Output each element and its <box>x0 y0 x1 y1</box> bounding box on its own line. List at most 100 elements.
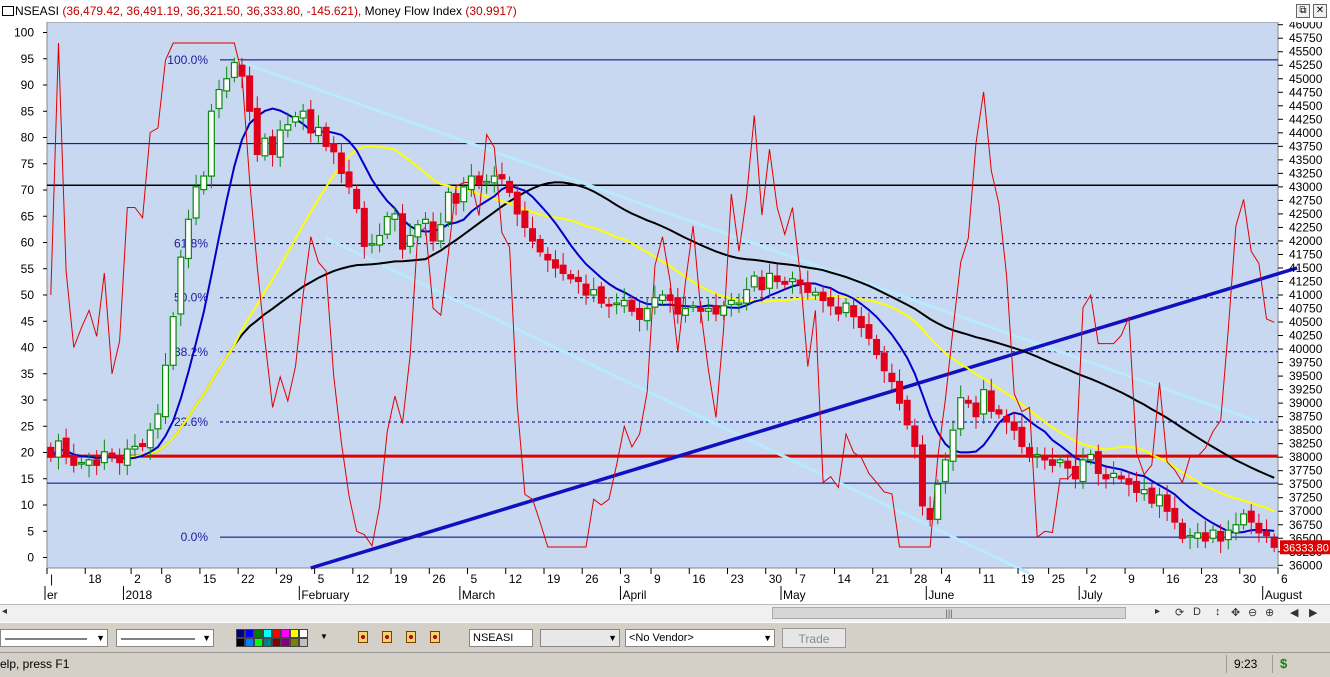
candle-down <box>1010 421 1018 431</box>
price-axis-label: 40250 <box>1289 329 1323 343</box>
candle-up <box>131 445 139 450</box>
date-axis-label: 8 <box>165 572 172 586</box>
scroll-right-arrow-icon[interactable]: ▸ <box>1155 606 1160 617</box>
chevron-down-icon[interactable]: ▼ <box>763 630 772 646</box>
mfi-axis-label: 0 <box>27 551 34 565</box>
trade-button[interactable]: Trade <box>782 628 846 648</box>
zoom-out-icon[interactable]: ⊖ <box>1248 606 1257 619</box>
candle-down <box>498 174 506 180</box>
color-swatch[interactable] <box>263 638 272 647</box>
date-axis-label: 23 <box>1205 572 1219 586</box>
price-axis-label: 37250 <box>1289 491 1323 505</box>
candle-up <box>100 451 108 464</box>
candle-down <box>536 238 544 253</box>
candle-up <box>123 448 131 466</box>
candle-up <box>743 288 751 304</box>
vertical-resize-icon[interactable]: ↕ <box>1215 606 1221 618</box>
candle-up <box>590 288 598 296</box>
price-chart[interactable]: 100.0%61.8%50.0%38.2%23.6%0.0%1009590858… <box>0 22 1330 604</box>
horizontal-scrollbar[interactable]: ◂ ||| ▸ ⟳ D ↕ ✥ ⊖ ⊕ ◀ ▶ <box>0 604 1330 622</box>
candle-down <box>628 299 636 312</box>
candle-up <box>750 275 758 288</box>
candle-up <box>383 216 391 235</box>
candle-up <box>1110 472 1118 479</box>
chart-title: NSEASI (36,479.42, 36,491.19, 36,321.50,… <box>15 4 517 18</box>
color-swatch[interactable] <box>299 638 308 647</box>
candle-down <box>1018 426 1026 447</box>
data-mode-icon[interactable]: D <box>1193 606 1201 618</box>
color-swatch[interactable] <box>290 629 299 638</box>
drawing-tool-icon[interactable] <box>406 631 416 643</box>
color-swatch[interactable] <box>236 629 245 638</box>
candle-up <box>421 218 429 224</box>
price-axis-label: 42250 <box>1289 220 1323 234</box>
restore-window-button[interactable]: ⧉ <box>1296 4 1310 18</box>
price-axis-label: 41500 <box>1289 261 1323 275</box>
date-axis-label: 29 <box>279 572 293 586</box>
page-left-icon[interactable]: ◀ <box>1290 606 1298 619</box>
drawing-tool-icon[interactable] <box>358 631 368 643</box>
pan-icon[interactable]: ✥ <box>1231 606 1240 619</box>
color-swatch[interactable] <box>272 638 281 647</box>
date-axis-label: 26 <box>585 572 599 586</box>
zoom-in-icon[interactable]: ⊕ <box>1265 606 1274 619</box>
color-swatch[interactable] <box>272 629 281 638</box>
symbol-input[interactable]: NSEASI <box>469 629 533 647</box>
color-swatch[interactable] <box>254 629 263 638</box>
price-axis-label: 37500 <box>1289 477 1323 491</box>
date-axis-label: 5 <box>471 572 478 586</box>
color-swatch[interactable] <box>263 629 272 638</box>
date-axis-label: 19 <box>394 572 408 586</box>
status-divider <box>1226 655 1227 673</box>
color-swatch[interactable] <box>245 629 254 638</box>
line-width-select[interactable]: ▼ <box>116 629 214 647</box>
chevron-down-icon[interactable]: ▼ <box>96 630 105 646</box>
drawing-tool-icon[interactable] <box>382 631 392 643</box>
scroll-left-arrow-icon[interactable]: ◂ <box>2 606 7 617</box>
date-axis-label: 12 <box>356 572 370 586</box>
vendor-select[interactable]: <No Vendor> ▼ <box>625 629 775 647</box>
candle-up <box>643 307 651 322</box>
refresh-icon[interactable]: ⟳ <box>1175 606 1184 619</box>
fib-level-label: 100.0% <box>167 53 208 67</box>
candle-down <box>796 279 804 285</box>
color-swatch[interactable] <box>236 638 245 647</box>
interval-select[interactable]: ▼ <box>540 629 620 647</box>
chevron-down-icon[interactable]: ▼ <box>202 630 211 646</box>
candle-down <box>1125 478 1133 485</box>
color-swatch[interactable] <box>281 629 290 638</box>
candle-down <box>93 459 101 466</box>
price-axis-label: 36750 <box>1289 518 1323 532</box>
price-axis-label: 38000 <box>1289 450 1323 464</box>
color-swatch[interactable] <box>299 629 308 638</box>
candle-down <box>865 324 873 339</box>
window-menu-icon[interactable] <box>2 6 14 16</box>
page-right-icon[interactable]: ▶ <box>1309 606 1317 619</box>
chevron-down-icon[interactable]: ▼ <box>608 630 617 646</box>
candle-down <box>1263 530 1271 537</box>
color-swatch[interactable] <box>281 638 290 647</box>
candle-down <box>1064 460 1072 469</box>
candle-down <box>1217 530 1225 542</box>
drawing-tool-icon[interactable] <box>430 631 440 643</box>
candle-up <box>376 234 384 246</box>
candle-up <box>1087 453 1095 461</box>
chevron-down-icon[interactable]: ▼ <box>320 632 328 641</box>
candle-down <box>636 307 644 320</box>
candle-down <box>1255 522 1263 534</box>
color-palette[interactable]: ▼ <box>236 629 328 647</box>
date-axis-label: 9 <box>1128 572 1135 586</box>
scrollbar-thumb[interactable]: ||| <box>772 607 1126 619</box>
indicator-name: Money Flow Index <box>364 4 463 18</box>
color-swatch[interactable] <box>245 638 254 647</box>
close-window-button[interactable]: ✕ <box>1313 4 1327 18</box>
candle-down <box>513 191 521 215</box>
mfi-axis-label: 90 <box>21 78 35 92</box>
candle-up <box>261 137 269 157</box>
color-swatch[interactable] <box>254 638 263 647</box>
mfi-axis-label: 15 <box>21 472 35 486</box>
month-axis-label: er <box>47 588 58 602</box>
line-style-select[interactable]: ▼ <box>0 629 108 647</box>
candle-down <box>666 294 674 302</box>
color-swatch[interactable] <box>290 638 299 647</box>
